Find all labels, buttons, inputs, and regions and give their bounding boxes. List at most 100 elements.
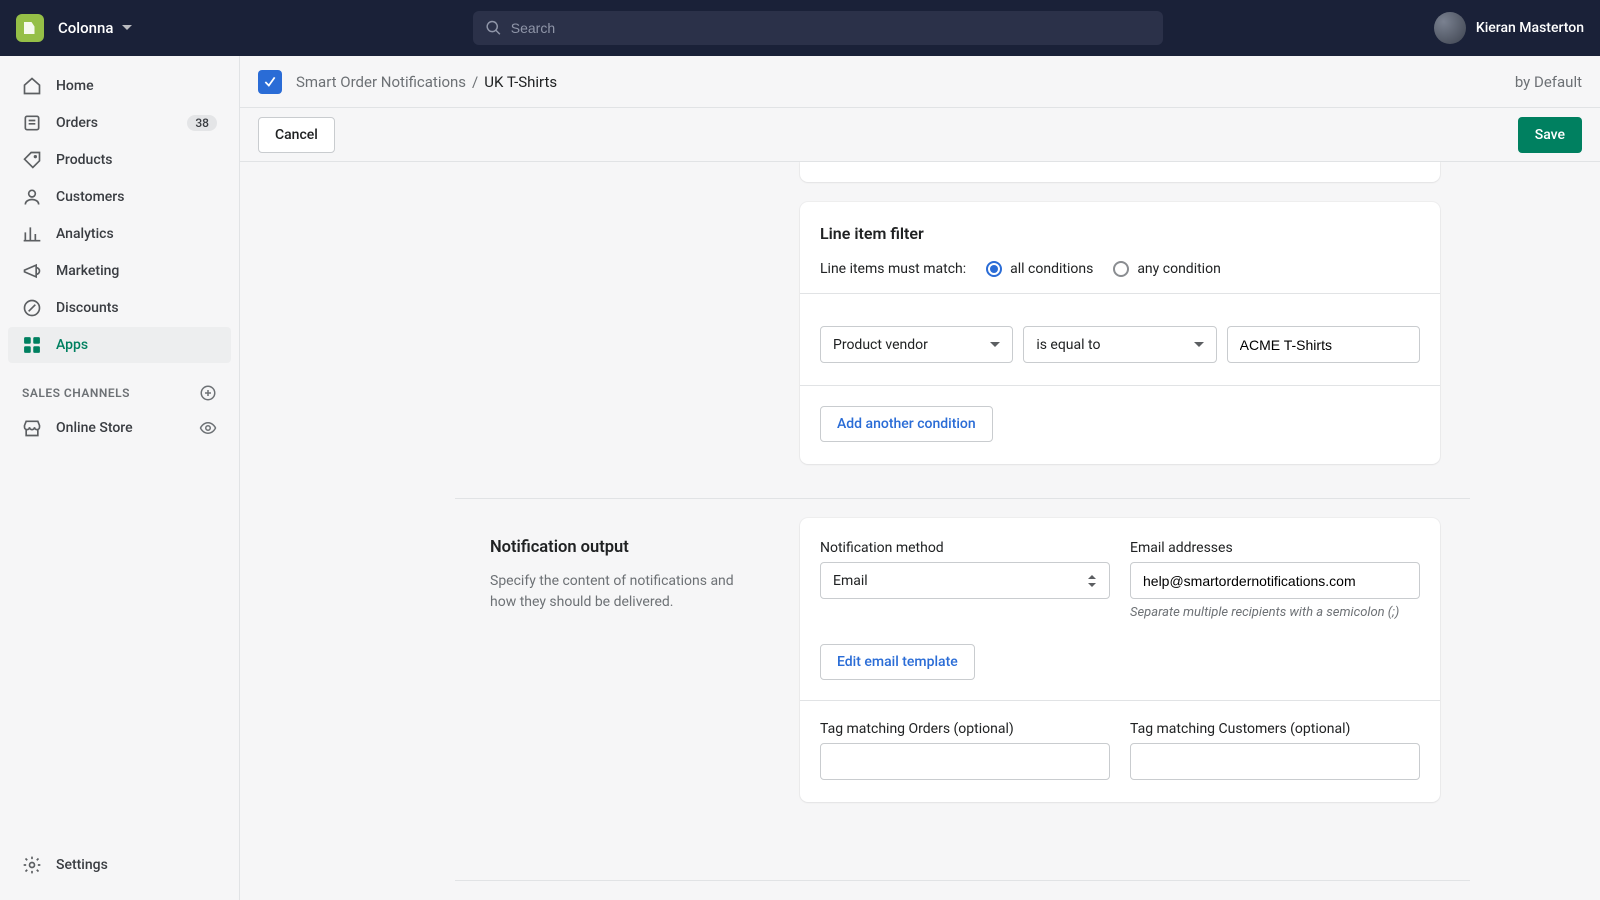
radio-any-condition[interactable]: any condition — [1113, 261, 1221, 277]
sidebar-item-discounts[interactable]: Discounts — [8, 290, 231, 326]
sidebar-item-orders[interactable]: Orders 38 — [8, 105, 231, 141]
radio-input-checked — [986, 261, 1002, 277]
output-row-2: Tag matching Orders (optional) Tag match… — [820, 721, 1420, 780]
sidebar: Home Orders 38 Products Customers Analyt… — [0, 56, 240, 900]
sidebar-item-label: Settings — [56, 857, 108, 873]
sidebar-item-label: Products — [56, 152, 113, 168]
apps-icon — [22, 335, 42, 355]
breadcrumb-separator: / — [472, 73, 478, 91]
condition-value-input[interactable] — [1227, 326, 1420, 363]
chevron-down-icon — [121, 22, 133, 34]
search-input[interactable] — [511, 20, 1152, 36]
content: Line item filter Line items must match: … — [240, 162, 1600, 900]
app-badge-icon — [258, 70, 282, 94]
sidebar-item-home[interactable]: Home — [8, 68, 231, 104]
match-label: Line items must match: — [820, 261, 966, 277]
page: Smart Order Notifications / UK T-Shirts … — [240, 56, 1600, 900]
tag-orders-col: Tag matching Orders (optional) — [820, 721, 1110, 780]
emails-label: Email addresses — [1130, 540, 1420, 556]
breadcrumb-app[interactable]: Smart Order Notifications — [296, 73, 466, 91]
sidebar-item-label: Apps — [56, 337, 88, 353]
output-row-1: Notification method Email Email addresse… — [820, 540, 1420, 622]
page-header: Smart Order Notifications / UK T-Shirts … — [240, 56, 1600, 108]
store-name: Colonna — [58, 19, 113, 37]
cancel-button[interactable]: Cancel — [258, 117, 335, 153]
match-mode-row: Line items must match: all conditions an… — [820, 261, 1420, 277]
sidebar-item-label: Customers — [56, 189, 124, 205]
sidebar-item-label: Analytics — [56, 226, 114, 242]
output-title: Notification output — [490, 538, 750, 557]
edit-template-button[interactable]: Edit email template — [820, 644, 975, 680]
method-label: Notification method — [820, 540, 1110, 556]
settings-icon — [22, 855, 42, 875]
output-desc: Specify the content of notifications and… — [490, 571, 750, 613]
sidebar-item-label: Online Store — [56, 420, 133, 436]
customers-icon — [22, 187, 42, 207]
breadcrumb-current: UK T-Shirts — [484, 73, 557, 91]
condition-field-select[interactable]: Product vendor — [820, 326, 1013, 363]
save-button[interactable]: Save — [1518, 117, 1582, 153]
action-bar: Cancel Save — [240, 108, 1600, 162]
sidebar-section-sales-channels: SALES CHANNELS — [0, 364, 239, 410]
store-icon — [22, 418, 42, 438]
chevron-down-icon — [990, 340, 1000, 350]
line-item-filter-card: Line item filter Line items must match: … — [800, 202, 1440, 464]
tag-orders-label: Tag matching Orders (optional) — [820, 721, 1110, 737]
search-bar[interactable] — [473, 11, 1163, 45]
sidebar-item-online-store[interactable]: Online Store — [8, 410, 231, 446]
tag-orders-input[interactable] — [820, 743, 1110, 780]
section-divider — [455, 498, 1470, 499]
notification-output-card: Notification method Email Email addresse… — [800, 518, 1440, 802]
divider — [800, 293, 1440, 294]
sidebar-item-settings[interactable]: Settings — [8, 847, 231, 883]
sidebar-item-apps[interactable]: Apps — [8, 327, 231, 363]
line-filter-title: Line item filter — [820, 224, 1420, 243]
user-menu[interactable]: Kieran Masterton — [1434, 12, 1584, 44]
home-icon — [22, 76, 42, 96]
sidebar-item-products[interactable]: Products — [8, 142, 231, 178]
sidebar-item-analytics[interactable]: Analytics — [8, 216, 231, 252]
discounts-icon — [22, 298, 42, 318]
method-col: Notification method Email — [820, 540, 1110, 622]
add-condition-button[interactable]: Add another condition — [820, 406, 993, 442]
store-switcher[interactable]: Colonna — [58, 19, 133, 37]
orders-icon — [22, 113, 42, 133]
marketing-icon — [22, 261, 42, 281]
avatar — [1434, 12, 1466, 44]
emails-col: Email addresses Separate multiple recipi… — [1130, 540, 1420, 622]
radio-input — [1113, 261, 1129, 277]
radio-all-conditions[interactable]: all conditions — [986, 261, 1093, 277]
add-channel-icon[interactable] — [199, 384, 217, 402]
user-name: Kieran Masterton — [1476, 20, 1584, 36]
tag-customers-input[interactable] — [1130, 743, 1420, 780]
tag-customers-col: Tag matching Customers (optional) — [1130, 721, 1420, 780]
chevron-down-icon — [1194, 340, 1204, 350]
condition-row: Product vendor is equal to — [820, 314, 1420, 363]
emails-input[interactable] — [1130, 562, 1420, 599]
sidebar-item-label: Home — [56, 78, 94, 94]
emails-hint: Separate multiple recipients with a semi… — [1130, 604, 1420, 622]
orders-badge: 38 — [187, 115, 217, 131]
sidebar-item-customers[interactable]: Customers — [8, 179, 231, 215]
select-updown-icon — [1087, 574, 1097, 588]
search-icon — [485, 19, 502, 37]
previous-card-stub — [800, 162, 1440, 182]
sidebar-item-label: Discounts — [56, 300, 119, 316]
breadcrumb-by: by Default — [1515, 73, 1582, 91]
shopify-logo — [16, 14, 44, 42]
products-icon — [22, 150, 42, 170]
condition-operator-select[interactable]: is equal to — [1023, 326, 1216, 363]
analytics-icon — [22, 224, 42, 244]
notification-output-sidebar: Notification output Specify the content … — [490, 538, 750, 613]
search-wrap — [473, 11, 1163, 45]
method-select[interactable]: Email — [820, 562, 1110, 599]
sidebar-item-marketing[interactable]: Marketing — [8, 253, 231, 289]
divider — [800, 385, 1440, 386]
sidebar-item-label: Orders — [56, 115, 98, 131]
topbar: Colonna Kieran Masterton — [0, 0, 1600, 56]
view-store-icon[interactable] — [199, 419, 217, 437]
tag-customers-label: Tag matching Customers (optional) — [1130, 721, 1420, 737]
sidebar-item-label: Marketing — [56, 263, 119, 279]
section-divider — [455, 880, 1470, 881]
divider — [800, 700, 1440, 701]
